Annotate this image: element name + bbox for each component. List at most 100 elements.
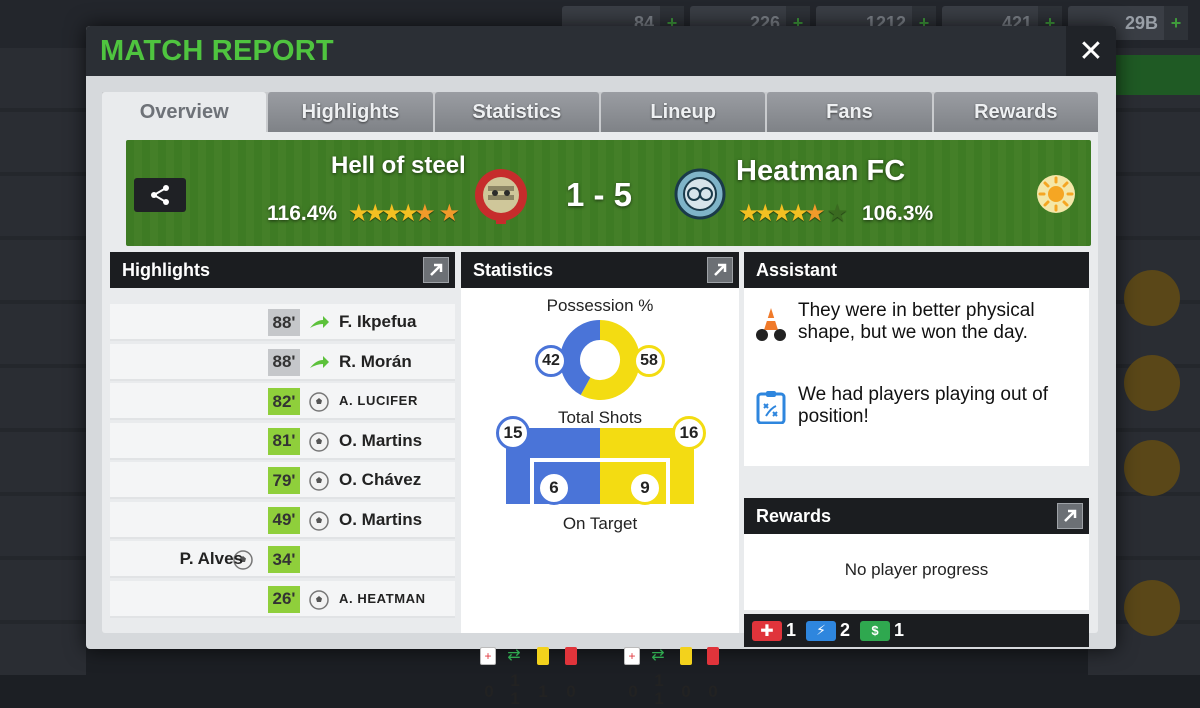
shots-away-value: 16 <box>672 416 706 450</box>
possession-home-value: 42 <box>535 345 567 377</box>
tab-rewards[interactable]: Rewards <box>933 92 1098 132</box>
shots-home-value: 15 <box>496 416 530 450</box>
highlight-minute: 49' <box>268 506 300 534</box>
background-coin <box>1124 580 1180 636</box>
star-icon: ★ <box>414 200 436 227</box>
expand-arrow-icon <box>1064 509 1077 522</box>
rewards-title: Rewards <box>756 505 832 526</box>
highlight-minute: 34' <box>268 546 300 573</box>
star-icon: ★ <box>438 200 461 227</box>
away-star-rating: ★ ★ ★ ★ ★ ★ <box>738 200 848 228</box>
away-yellow-cards: 0 <box>681 682 691 701</box>
football-icon <box>309 471 329 491</box>
possession-donut <box>560 320 640 400</box>
highlight-row: 49' O. Martins <box>110 501 455 539</box>
away-red-cards: 0 <box>708 682 718 701</box>
home-substitutions: 1 1 <box>510 671 520 708</box>
dialog-title: MATCH REPORT <box>100 35 334 67</box>
medkit-icon: ✚ <box>752 620 782 641</box>
score-banner: Hell of steel 116.4% ★ ★ ★ ★ ★ ★ 1 - 5 H… <box>126 140 1091 246</box>
assistant-header: Assistant <box>744 252 1089 288</box>
expand-arrow-icon <box>714 263 727 276</box>
highlight-minute: 88' <box>268 309 300 336</box>
away-team-name: Heatman FC <box>736 155 906 187</box>
highlight-minute: 82' <box>268 388 300 415</box>
background-coin <box>1124 355 1180 411</box>
on-target-away-value: 9 <box>628 471 662 505</box>
red-card-icon <box>565 647 577 665</box>
away-crest-icon <box>674 168 726 220</box>
assistant-message: We had players playing out of position! <box>798 384 1048 427</box>
yellow-card-icon <box>537 647 549 665</box>
football-icon <box>309 589 329 610</box>
rewards-message: No player progress <box>844 560 989 579</box>
highlight-row: 26' A. HEATMAN <box>110 580 455 618</box>
highlight-player-name: O. Chávez <box>339 470 422 489</box>
highlight-player-name: F. Ikpefua <box>339 312 417 331</box>
statistics-expand-button[interactable] <box>707 257 733 283</box>
star-icon: ★ <box>804 200 826 227</box>
tab-highlights[interactable]: Highlights <box>268 92 433 132</box>
reward-medkit-count: 1 <box>786 620 797 640</box>
substitution-arrow-icon <box>310 355 329 368</box>
highlight-player-name: P. Alves <box>179 549 243 568</box>
close-button[interactable]: ✕ <box>1066 26 1116 76</box>
on-target-label: On Target <box>562 514 638 533</box>
rewards-panel: No player progress <box>744 534 1089 610</box>
home-team-rating: 116.4% <box>267 202 338 225</box>
background-coin <box>1124 440 1180 496</box>
possession-away-value: 58 <box>633 345 665 377</box>
highlights-header: Highlights <box>110 252 455 288</box>
statistics-header: Statistics <box>461 252 739 288</box>
highlight-row: 79' O. Chávez <box>110 462 455 499</box>
home-team-name: Hell of steel <box>331 152 466 179</box>
football-icon <box>309 431 329 452</box>
statistics-title: Statistics <box>473 259 554 280</box>
highlight-row: 82' A. LUCIFER <box>110 383 455 420</box>
highlights-expand-button[interactable] <box>423 257 449 283</box>
shots-goal-graphic <box>506 428 694 504</box>
training-cones-icon <box>756 308 786 341</box>
football-icon <box>309 392 329 412</box>
highlight-player-name: R. Morán <box>339 351 412 371</box>
match-report-dialog: MATCH REPORT ✕ Overview Highlights Stati… <box>86 26 1116 708</box>
star-icon: ★ <box>826 200 849 227</box>
highlight-minute: 81' <box>268 427 300 455</box>
expand-arrow-icon <box>430 263 443 276</box>
highlight-minute: 26' <box>268 585 300 613</box>
dialog-header: MATCH REPORT ✕ <box>86 26 1116 76</box>
highlight-player-name: O. Martins <box>339 430 423 450</box>
share-button[interactable] <box>134 178 186 212</box>
on-target-home-value: 6 <box>537 471 571 505</box>
highlight-player-name: A. LUCIFER <box>339 393 418 408</box>
rewards-expand-button[interactable] <box>1057 503 1083 529</box>
close-icon: ✕ <box>1078 34 1104 68</box>
substitution-icon: ⇄ <box>651 647 665 664</box>
background-coin <box>1124 270 1180 326</box>
away-team-rating: 106.3% <box>862 202 934 225</box>
assistant-title: Assistant <box>756 259 838 280</box>
highlight-player-name: A. HEATMAN <box>339 590 426 606</box>
report-content: Overview Highlights Statistics Lineup Fa… <box>102 92 1098 708</box>
substitution-icon: ⇄ <box>507 647 521 664</box>
home-crest-icon <box>475 169 527 224</box>
tab-overview[interactable]: Overview <box>102 92 267 132</box>
highlight-row: 88' R. Morán <box>110 343 455 381</box>
home-injuries: 0 <box>484 682 494 701</box>
tab-statistics[interactable]: Statistics <box>434 92 599 132</box>
assistant-panel: They were in better physical shape, but … <box>744 288 1089 466</box>
tab-bar: Overview Highlights Statistics Lineup Fa… <box>102 92 1098 132</box>
highlight-row: 81' O. Martins <box>110 422 455 460</box>
cash-icon: $ <box>860 620 891 641</box>
home-red-cards: 0 <box>566 682 576 701</box>
tab-lineup[interactable]: Lineup <box>600 92 766 132</box>
possession-home-slice <box>560 320 601 396</box>
red-card-icon <box>707 647 719 665</box>
rewards-summary: ✚ 1 ⚡ 2 $ 1 <box>744 614 1089 647</box>
highlight-minute: 88' <box>268 348 300 376</box>
share-icon <box>151 185 169 205</box>
tab-fans[interactable]: Fans <box>767 92 932 132</box>
tactics-clipboard-icon <box>756 391 786 424</box>
reward-energy-count: 2 <box>840 620 851 640</box>
assistant-message: They were in better physical shape, but … <box>798 300 1035 343</box>
